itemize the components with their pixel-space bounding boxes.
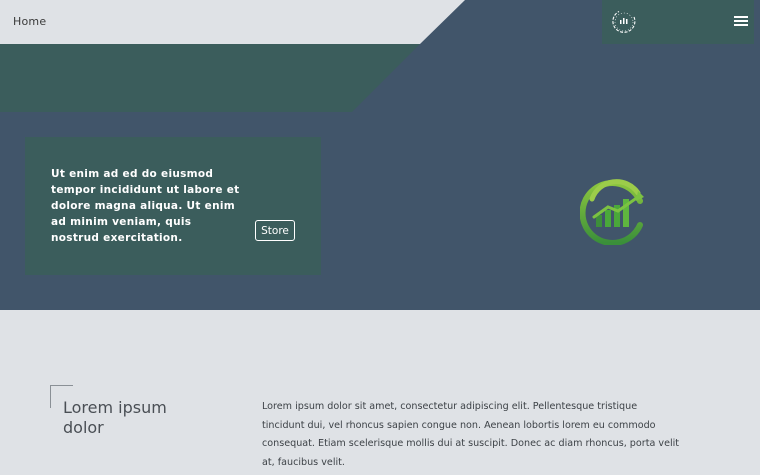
top-navigation-bar: Home (0, 0, 760, 44)
brand-logo-panel (602, 0, 754, 44)
hero-card-text: Ut enim ad ed do eiusmod tempor incididu… (51, 168, 240, 244)
nav-home-link[interactable]: Home (13, 15, 46, 28)
hero-promo-card: Ut enim ad ed do eiusmod tempor incididu… (25, 137, 321, 275)
circular-brand-logo-icon[interactable] (610, 8, 638, 36)
about-heading: Lorem ipsum dolor (63, 398, 167, 437)
page: Home Ut enim ad ed do eiusmod tempor inc… (0, 0, 760, 475)
hamburger-menu-icon[interactable] (734, 14, 748, 28)
about-section: Lorem ipsum dolor Lorem ipsum dolor sit … (0, 310, 760, 475)
growth-chart-leaf-icon (580, 179, 644, 245)
store-button[interactable]: Store (255, 220, 295, 241)
about-body-text: Lorem ipsum dolor sit amet, consectetur … (262, 401, 680, 468)
